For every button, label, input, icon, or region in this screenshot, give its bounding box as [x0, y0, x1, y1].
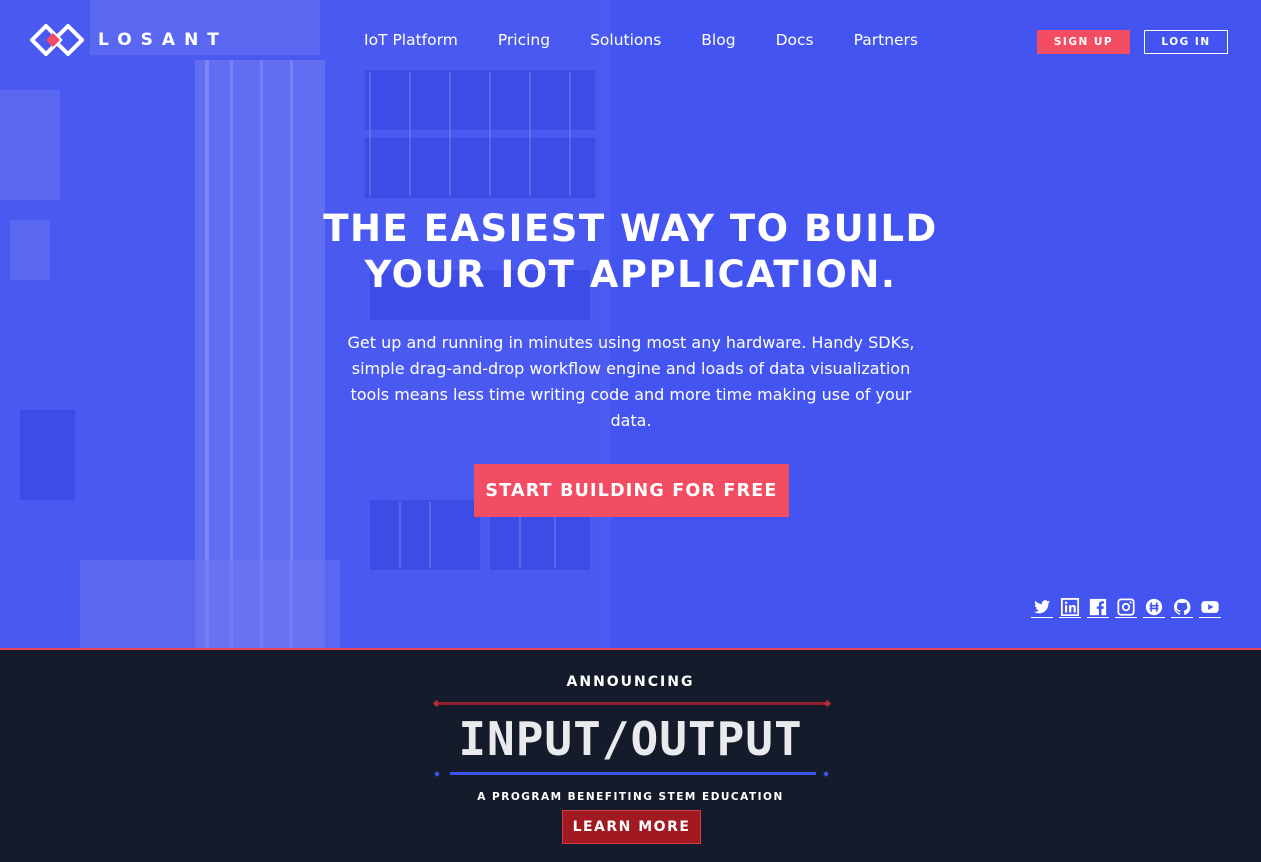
divider-diamond: [823, 699, 832, 708]
hero-section: LOSANT IoT Platform Pricing Solutions Bl…: [0, 0, 1261, 648]
losant-diamond-icon: [30, 24, 84, 56]
log-in-button[interactable]: LOG IN: [1144, 30, 1228, 54]
announcement-title: INPUT/OUTPUT: [458, 712, 803, 766]
nav-iot-platform[interactable]: IoT Platform: [364, 31, 458, 49]
hackster-icon[interactable]: [1143, 598, 1165, 618]
announcement-section: ANNOUNCING INPUT/OUTPUT A PROGRAM BENEFI…: [0, 650, 1261, 862]
social-links: [1031, 598, 1227, 618]
nav-solutions[interactable]: Solutions: [590, 31, 661, 49]
nav-docs[interactable]: Docs: [776, 31, 814, 49]
hero-headline-line-2: YOUR IOT APPLICATION.: [364, 253, 897, 296]
start-building-button[interactable]: START BUILDING FOR FREE: [474, 464, 789, 517]
youtube-icon[interactable]: [1199, 598, 1221, 618]
bottom-divider-line: [450, 772, 816, 775]
twitter-icon[interactable]: [1031, 598, 1053, 618]
hero-headline-line-1: THE EASIEST WAY TO BUILD: [323, 207, 938, 250]
hero-subtext: Get up and running in minutes using most…: [347, 333, 915, 430]
announcement-kicker: ANNOUNCING: [566, 674, 695, 690]
divider-diamond: [823, 771, 829, 777]
divider-diamond: [434, 771, 440, 777]
announcement-subtitle: A PROGRAM BENEFITING STEM EDUCATION: [477, 791, 784, 803]
nav-blog[interactable]: Blog: [701, 31, 735, 49]
hero-background-image: [0, 0, 1261, 648]
top-divider-line: [438, 702, 826, 705]
sign-up-button[interactable]: SIGN UP: [1037, 30, 1130, 54]
instagram-icon[interactable]: [1115, 598, 1137, 618]
main-nav: IoT Platform Pricing Solutions Blog Docs…: [364, 31, 958, 49]
learn-more-button[interactable]: LEARN MORE: [562, 810, 701, 844]
logo-wordmark: LOSANT: [98, 30, 228, 50]
facebook-icon[interactable]: [1087, 598, 1109, 618]
github-icon[interactable]: [1171, 598, 1193, 618]
linkedin-icon[interactable]: [1059, 598, 1081, 618]
losant-logo[interactable]: LOSANT: [30, 24, 228, 56]
nav-partners[interactable]: Partners: [854, 31, 918, 49]
hero-headline: THE EASIEST WAY TO BUILD YOUR IOT APPLIC…: [0, 206, 1261, 298]
nav-pricing[interactable]: Pricing: [498, 31, 550, 49]
